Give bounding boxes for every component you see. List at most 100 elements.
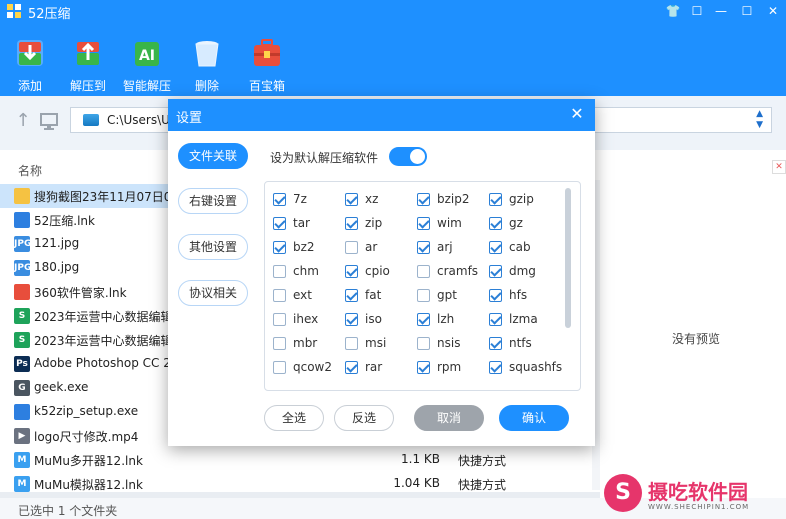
file-row[interactable]: M MuMu多开器12.lnk 1.1 KB 快捷方式	[0, 448, 600, 472]
extension-checkbox[interactable]	[345, 217, 358, 230]
installer-icon	[14, 404, 30, 420]
tab-protocol[interactable]: 协议相关	[178, 280, 248, 306]
extension-checkbox[interactable]	[273, 265, 286, 278]
extension-label: 7z	[293, 192, 307, 206]
close-button[interactable]: ✕	[760, 2, 786, 20]
extension-checkbox[interactable]	[273, 217, 286, 230]
file-size: 1.1 KB	[401, 452, 440, 466]
toolbox-button[interactable]: 百宝箱	[237, 36, 297, 93]
extension-checkbox[interactable]	[345, 289, 358, 302]
extension-checkbox[interactable]	[273, 289, 286, 302]
extension-checkbox[interactable]	[489, 289, 502, 302]
extension-checkbox[interactable]	[489, 193, 502, 206]
file-size: 1.04 KB	[393, 476, 440, 490]
file-name: 52压缩.lnk	[34, 214, 95, 228]
extension-checkbox[interactable]	[489, 265, 502, 278]
extension-checkbox[interactable]	[417, 217, 430, 230]
smart-extract-button[interactable]: AI 智能解压	[117, 36, 177, 93]
ad-close-icon[interactable]: ✕	[772, 160, 786, 174]
app-52zip-icon	[14, 212, 30, 228]
extension-checkbox[interactable]	[273, 337, 286, 350]
app-360-icon	[14, 284, 30, 300]
file-type: 快捷方式	[458, 478, 507, 492]
maximize-button[interactable]: ☐	[734, 2, 760, 20]
extension-label: msi	[365, 336, 387, 350]
file-name: 搜狗截图23年11月07日09	[34, 190, 180, 204]
extension-label: cab	[509, 240, 531, 254]
extract-to-button[interactable]: 解压到	[58, 36, 118, 93]
extension-checkbox[interactable]	[273, 361, 286, 374]
extension-checkbox[interactable]	[417, 241, 430, 254]
extension-checkbox[interactable]	[489, 313, 502, 326]
extension-checkbox[interactable]	[489, 241, 502, 254]
extension-label: ihex	[293, 312, 319, 326]
extension-checkbox[interactable]	[345, 241, 358, 254]
select-all-button[interactable]: 全选	[264, 405, 324, 431]
extension-checkbox[interactable]	[417, 193, 430, 206]
extension-label: arj	[437, 240, 453, 254]
app-header: 52压缩 👕 ☐ — ☐ ✕ 添加 解压到 AI 智能解压 删除 百宝箱	[0, 0, 786, 96]
cancel-button[interactable]: 取消	[414, 405, 484, 431]
file-name: k52zip_setup.exe	[34, 404, 139, 418]
extension-label: bz2	[293, 240, 315, 254]
tab-file-association[interactable]: 文件关联	[178, 143, 248, 169]
name-column-header[interactable]: 名称	[18, 162, 42, 179]
extension-checkbox[interactable]	[489, 337, 502, 350]
folder-icon	[14, 188, 30, 204]
extension-label: iso	[365, 312, 382, 326]
file-name: 2023年运营中心数据编辑	[34, 310, 173, 324]
extension-checkbox[interactable]	[489, 217, 502, 230]
dialog-header: 设置 ✕	[168, 99, 595, 131]
extension-checkbox[interactable]	[273, 241, 286, 254]
up-arrow-icon[interactable]: ↑	[12, 110, 34, 132]
file-type: 快捷方式	[458, 454, 507, 468]
extension-label: dmg	[509, 264, 536, 278]
extension-list: 7z xz bzip2 gzip tar zip wim gz bz2 ar arj cab chm cp…	[264, 181, 581, 391]
extension-checkbox[interactable]	[417, 313, 430, 326]
tab-other-settings[interactable]: 其他设置	[178, 234, 248, 260]
extract-to-label: 解压到	[69, 79, 106, 93]
mumu-icon: M	[14, 476, 30, 492]
confirm-button[interactable]: 确认	[499, 405, 569, 431]
extension-label: cpio	[365, 264, 390, 278]
dialog-title: 设置	[176, 111, 203, 126]
extract-to-icon	[77, 42, 99, 65]
extension-checkbox[interactable]	[345, 193, 358, 206]
extension-checkbox[interactable]	[417, 337, 430, 350]
file-name: 180.jpg	[34, 260, 80, 274]
path-text: C:\Users\U	[107, 113, 170, 127]
invert-selection-button[interactable]: 反选	[334, 405, 394, 431]
extension-checkbox[interactable]	[345, 337, 358, 350]
extension-label: squashfs	[509, 360, 563, 374]
extension-checkbox[interactable]	[345, 265, 358, 278]
minimize-button[interactable]: —	[708, 2, 734, 20]
skin-icon[interactable]: 👕	[660, 2, 686, 20]
add-button[interactable]: 添加	[0, 36, 60, 93]
extension-list-scrollbar[interactable]	[565, 188, 571, 328]
extension-checkbox[interactable]	[489, 361, 502, 374]
extension-checkbox[interactable]	[273, 193, 286, 206]
extension-label: ext	[293, 288, 312, 302]
mumu-icon: M	[14, 452, 30, 468]
ai-extract-icon: AI	[135, 42, 159, 66]
file-name: logo尺寸修改.mp4	[34, 430, 139, 444]
add-label: 添加	[17, 79, 42, 93]
extension-checkbox[interactable]	[417, 289, 430, 302]
computer-icon[interactable]	[38, 110, 60, 132]
extension-checkbox[interactable]	[345, 313, 358, 326]
feedback-icon[interactable]: ☐	[684, 2, 710, 20]
path-dropdown-icon[interactable]: ▲ ▼	[756, 109, 763, 131]
extension-label: bzip2	[437, 192, 470, 206]
extension-checkbox[interactable]	[345, 361, 358, 374]
delete-button[interactable]: 删除	[177, 36, 237, 93]
extension-checkbox[interactable]	[417, 265, 430, 278]
default-app-toggle[interactable]	[389, 147, 427, 166]
dialog-close-icon[interactable]: ✕	[567, 104, 587, 124]
tab-context-menu[interactable]: 右键设置	[178, 188, 248, 214]
app-title: 52压缩	[28, 7, 71, 22]
extension-checkbox[interactable]	[417, 361, 430, 374]
extension-checkbox[interactable]	[273, 313, 286, 326]
extension-label: wim	[437, 216, 462, 230]
photoshop-icon: Ps	[14, 356, 30, 372]
title-bar: 52压缩 👕 ☐ — ☐ ✕	[0, 0, 786, 22]
